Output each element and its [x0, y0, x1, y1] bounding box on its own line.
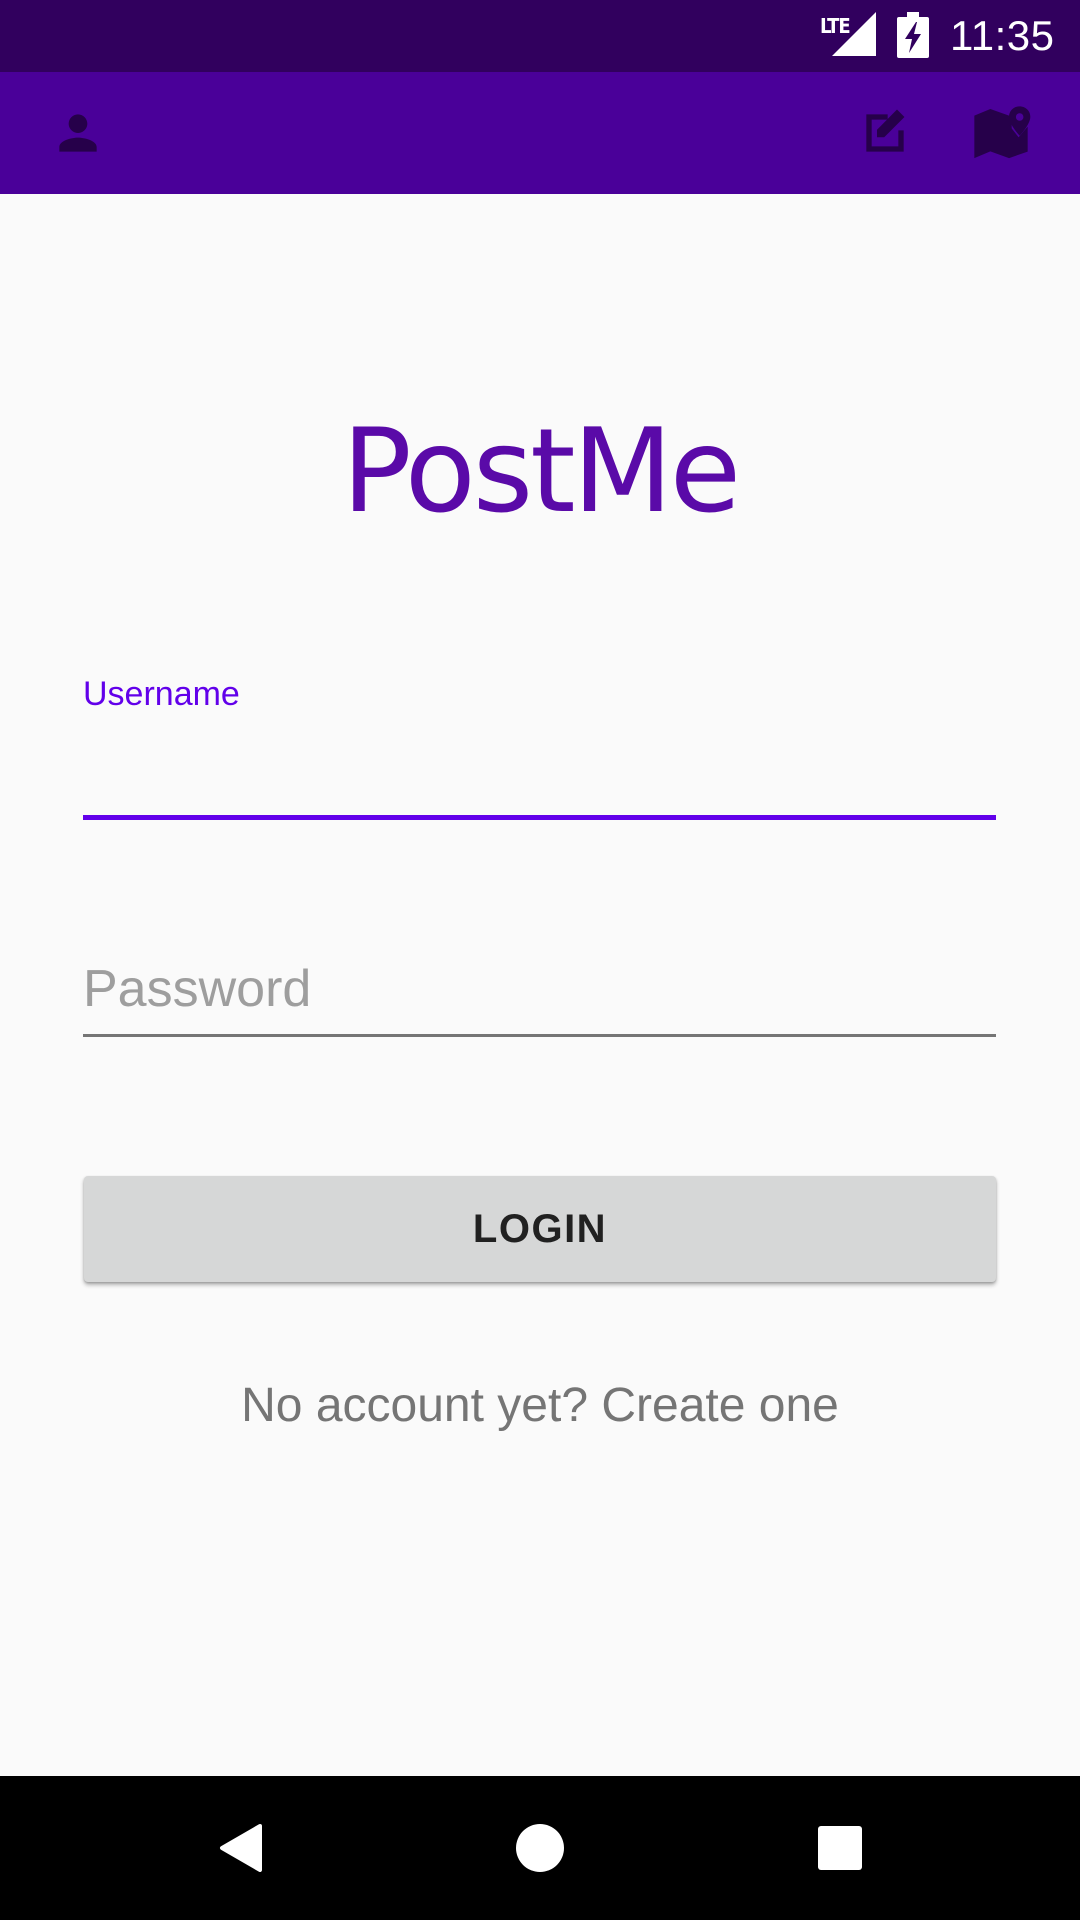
app-logo: PostMe — [341, 404, 741, 539]
navigation-bar — [0, 1776, 1080, 1920]
recents-icon — [818, 1826, 862, 1870]
signal-icon — [832, 12, 876, 56]
home-icon — [516, 1824, 564, 1872]
create-account-link[interactable]: No account yet? Create one — [0, 1376, 1080, 1436]
map-icon — [974, 106, 1031, 159]
back-button[interactable] — [200, 1808, 280, 1888]
password-input[interactable] — [83, 954, 996, 1024]
clock: 11:35 — [950, 12, 1055, 59]
profile-button[interactable] — [45, 100, 111, 166]
login-button[interactable]: LOGIN — [84, 1176, 996, 1282]
recents-button[interactable] — [800, 1808, 880, 1888]
status-bar: LTE 11:35 — [0, 0, 1080, 72]
edit-icon — [866, 109, 905, 152]
person-icon — [59, 114, 97, 152]
battery-charging-icon — [897, 12, 929, 58]
home-button[interactable] — [500, 1808, 580, 1888]
username-field: Username — [83, 674, 996, 824]
new-post-button[interactable] — [852, 100, 918, 166]
username-label: Username — [83, 675, 240, 713]
back-icon — [220, 1824, 262, 1872]
password-underline — [83, 1034, 996, 1037]
app-bar — [0, 72, 1080, 194]
username-underline — [83, 815, 996, 820]
map-button[interactable] — [968, 100, 1034, 166]
password-field — [83, 950, 996, 1040]
username-input[interactable] — [83, 734, 996, 804]
